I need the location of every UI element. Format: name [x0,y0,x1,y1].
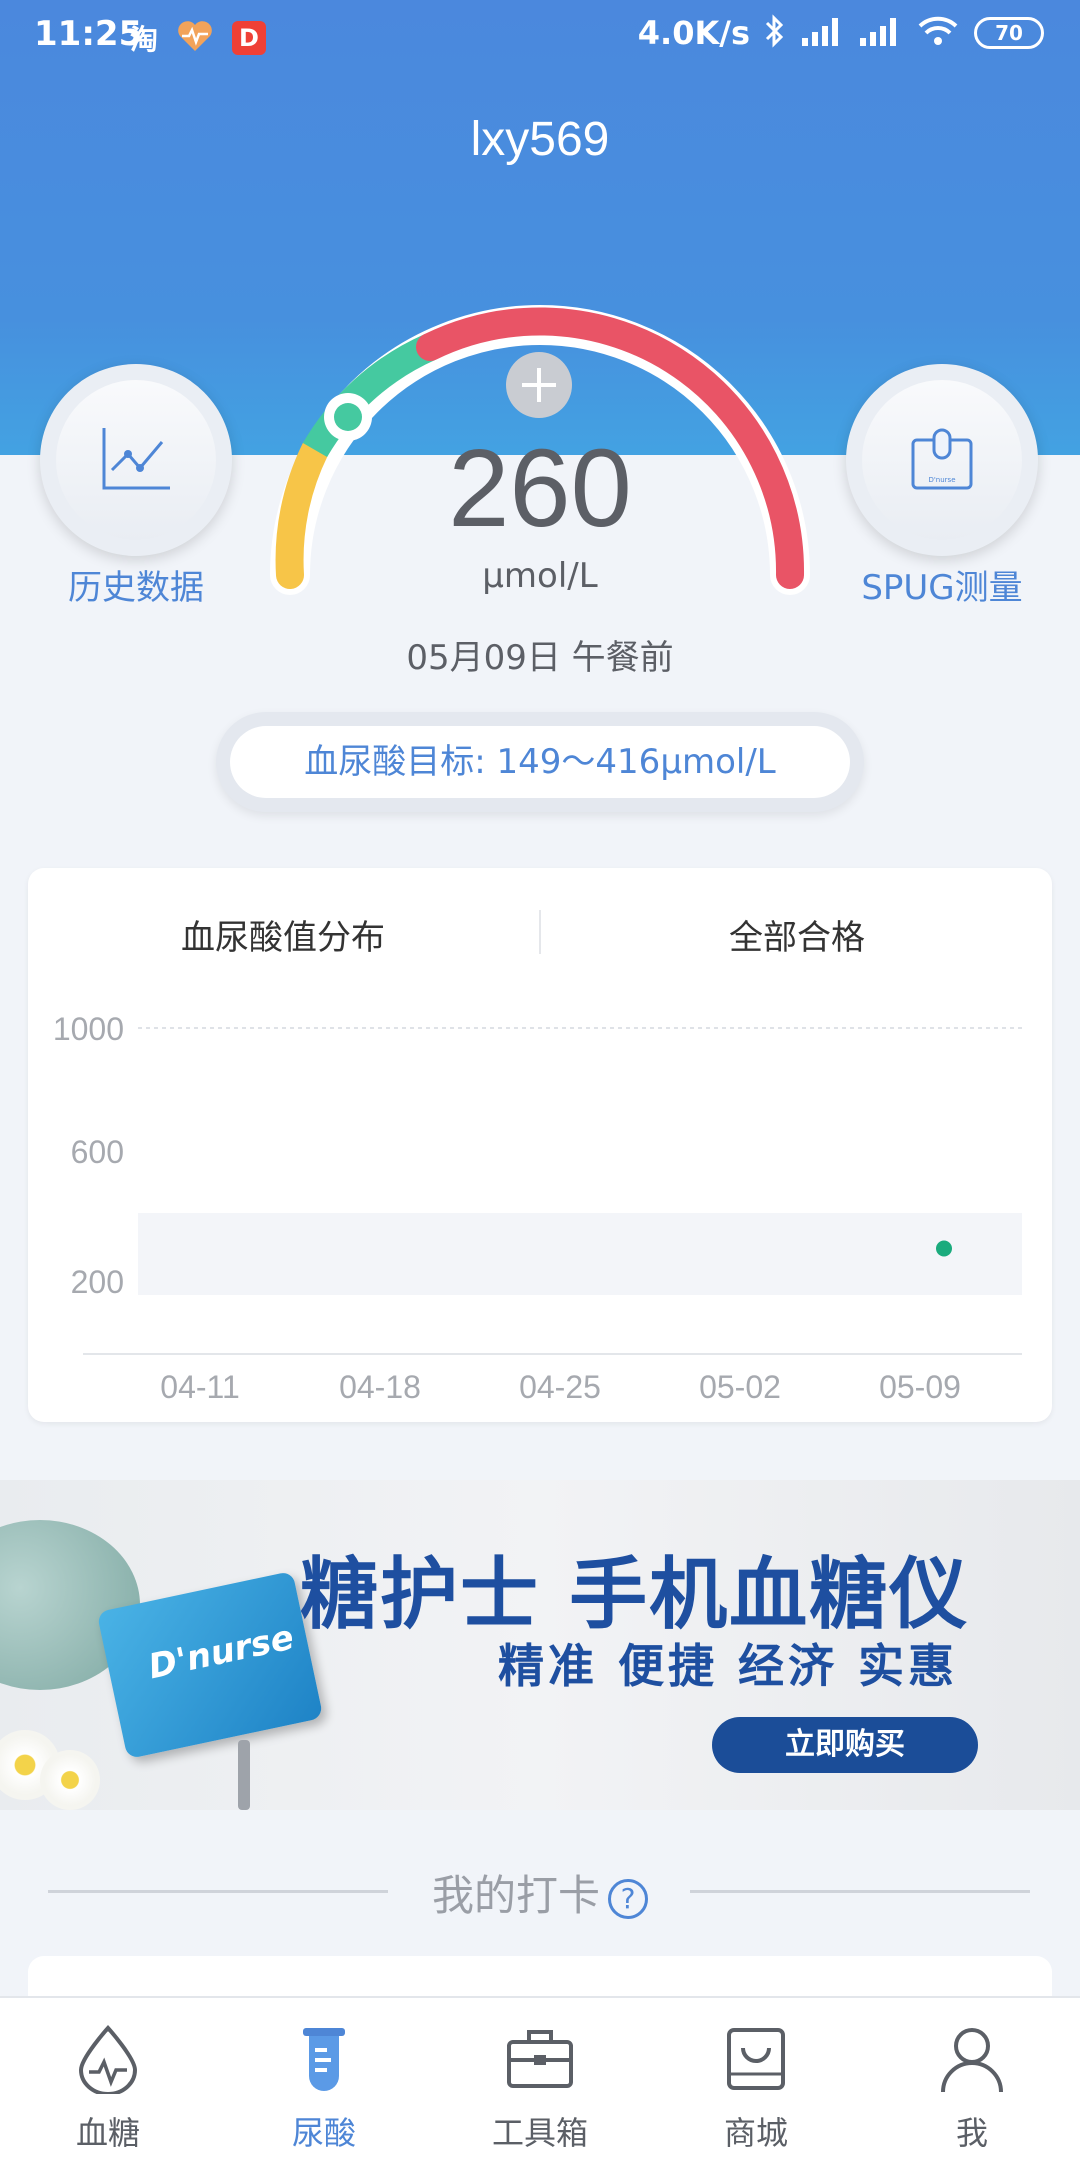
taobao-icon: 淘 [130,23,159,56]
nav-toolbox[interactable]: 工具箱 [432,1998,648,2160]
nav-label-mall: 商城 [723,2114,788,2152]
help-icon[interactable]: ? [608,1878,648,1919]
flower-image-2 [40,1750,100,1810]
wifi-icon [916,14,960,52]
target-range-text: 血尿酸目标: 149～416μmol/L [230,726,850,798]
x-tick-label: 04-11 [160,1369,239,1405]
bluetooth-icon [764,14,786,52]
data-point [936,1240,952,1257]
status-right-icons: 4.0K/s 70 [638,14,1044,52]
nav-label-me: 我 [955,2114,988,2152]
measurement-datetime: 05月09日 午餐前 [406,638,674,678]
network-speed: 4.0K/s [637,14,750,52]
banner-title: 糖护士 手机血糖仪 [300,1549,970,1640]
y-tick-label: 1000 [53,1011,124,1047]
x-tick-label: 04-25 [519,1369,601,1405]
y-tick-label: 200 [71,1264,124,1300]
signal-icon-2 [858,14,902,52]
nav-mall[interactable]: 商城 [648,1998,864,2160]
checkin-title: 我的打卡 [431,1871,600,1920]
dnurse-app-icon: D [232,21,267,55]
uric-acid-unit: μmol/L [482,556,598,596]
battery-icon: 70 [974,17,1044,49]
x-tick-label: 05-02 [699,1369,781,1405]
nav-blood-glucose[interactable]: 血糖 [0,1998,216,2160]
user-icon [937,2024,1007,2094]
x-tick-label: 04-18 [339,1369,421,1405]
device-plug [238,1740,250,1810]
uric-acid-value: 260 [448,427,632,550]
status-time: 11:25 [34,14,143,54]
add-record-button[interactable] [506,352,572,418]
target-band [138,1213,1022,1295]
uric-acid-scatter-chart: 1000 600 200 04-11 04-18 04-25 05-02 05-09 [53,1011,1022,1405]
nav-uric-acid[interactable]: 尿酸 [216,1998,432,2160]
status-bar: 11:25 淘 D 4.0K/s 70 [0,0,1080,78]
nav-label-blood-glucose: 血糖 [75,2114,140,2152]
nav-label-toolbox: 工具箱 [491,2114,588,2152]
banner-subtitle: 精准 便捷 经济 实惠 [498,1639,959,1693]
checkin-title-wrap: 我的打卡? [0,1862,1080,1923]
status-notification-icons: 淘 D [130,18,267,58]
chart-card: 血尿酸值分布 全部合格 1000 600 200 04-11 04-18 04-25 05-… [28,868,1052,1422]
promo-banner[interactable]: D'nurse 糖护士 手机血糖仪 精准 便捷 经济 实惠 立即购买 [0,1480,1080,1810]
y-tick-label: 600 [71,1134,124,1170]
shopping-bag-icon [721,2024,791,2094]
heart-rate-icon [176,19,214,57]
x-tick-label: 05-09 [879,1369,961,1405]
signal-icon [800,14,844,52]
buy-now-button[interactable]: 立即购买 [712,1717,978,1773]
toolbox-icon [505,2024,575,2094]
blood-drop-icon [73,2024,143,2096]
test-tube-icon [289,2024,359,2094]
device-brand: D'nurse [145,1617,298,1688]
target-range-pill[interactable]: 血尿酸目标: 149～416μmol/L [216,712,864,812]
nav-me[interactable]: 我 [864,1998,1080,2160]
nav-label-uric-acid: 尿酸 [291,2114,356,2152]
username-title: lxy569 [470,113,610,166]
bottom-nav: 血糖 尿酸 工具箱 商城 我 [0,1996,1080,2160]
